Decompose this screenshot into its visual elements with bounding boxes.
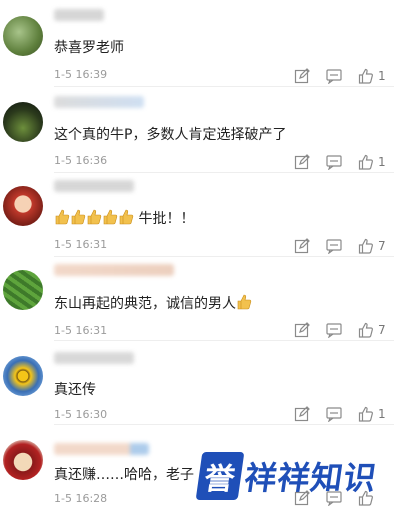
thumbs-up-emoji-icon — [103, 209, 118, 225]
comment-text-suffix: 牛批！！ — [138, 211, 195, 227]
comment-time: 1-5 16:28 — [54, 492, 108, 505]
like-icon[interactable] — [358, 406, 374, 422]
comment-text: 恭喜罗老师 — [54, 40, 124, 56]
username-blurred[interactable] — [54, 96, 144, 108]
like-icon[interactable] — [358, 490, 374, 506]
avatar[interactable] — [3, 356, 43, 396]
divider — [54, 86, 394, 87]
thumbs-up-emoji-icon — [237, 294, 252, 310]
username-blurred[interactable] — [54, 443, 149, 455]
comment-time: 1-5 16:36 — [54, 154, 108, 167]
like-count: 1 — [378, 69, 386, 83]
like-count: 7 — [378, 239, 386, 253]
comment-time: 1-5 16:31 — [54, 324, 108, 337]
watermark-boxed-char: 誉 — [195, 452, 245, 500]
comment-text: 真还赚……哈哈，老子 — [54, 467, 194, 483]
divider — [54, 424, 394, 425]
thumbs-up-emoji-icon — [87, 209, 102, 225]
comment-icon[interactable] — [326, 238, 342, 254]
edit-icon[interactable] — [294, 154, 310, 170]
comment-icon[interactable] — [326, 406, 342, 422]
divider — [54, 340, 394, 341]
watermark-logo: 誉 祥祥知识 — [195, 447, 379, 505]
comment-text-main: 东山再起的典范，诚信的男人 — [54, 296, 236, 312]
avatar[interactable] — [3, 270, 43, 310]
comment-time: 1-5 16:39 — [54, 68, 108, 81]
like-count: 7 — [378, 323, 386, 337]
comment-icon[interactable] — [326, 68, 342, 84]
comment-text: 东山再起的典范，诚信的男人 — [54, 293, 252, 313]
divider — [54, 172, 394, 173]
comment-icon[interactable] — [326, 154, 342, 170]
like-icon[interactable] — [358, 238, 374, 254]
comment-text: 真还传 — [54, 382, 96, 398]
thumbs-up-emoji-icon — [55, 209, 70, 225]
username-blurred[interactable] — [54, 264, 174, 276]
emoji-thumbs-up-row — [54, 209, 138, 227]
divider — [54, 256, 394, 257]
like-icon[interactable] — [358, 68, 374, 84]
avatar[interactable] — [3, 16, 43, 56]
comment-icon[interactable] — [326, 490, 342, 506]
avatar[interactable] — [3, 102, 43, 142]
username-blurred[interactable] — [54, 352, 134, 364]
thumbs-up-emoji-icon — [119, 209, 134, 225]
thumbs-up-emoji-icon — [71, 209, 86, 225]
like-count: 1 — [378, 155, 386, 169]
like-icon[interactable] — [358, 322, 374, 338]
avatar[interactable] — [3, 186, 43, 226]
comment-text: 牛批！！ — [54, 208, 194, 228]
like-icon[interactable] — [358, 154, 374, 170]
comment-text: 这个真的牛P，多数人肯定选择破产了 — [54, 127, 287, 143]
avatar[interactable] — [3, 440, 43, 480]
edit-icon[interactable] — [294, 406, 310, 422]
edit-icon[interactable] — [294, 490, 310, 506]
edit-icon[interactable] — [294, 238, 310, 254]
comment-time: 1-5 16:31 — [54, 238, 108, 251]
username-blurred[interactable] — [54, 9, 104, 21]
like-count: 1 — [378, 407, 386, 421]
edit-icon[interactable] — [294, 322, 310, 338]
comment-time: 1-5 16:30 — [54, 408, 108, 421]
edit-icon[interactable] — [294, 68, 310, 84]
comment-icon[interactable] — [326, 322, 342, 338]
username-blurred[interactable] — [54, 180, 134, 192]
